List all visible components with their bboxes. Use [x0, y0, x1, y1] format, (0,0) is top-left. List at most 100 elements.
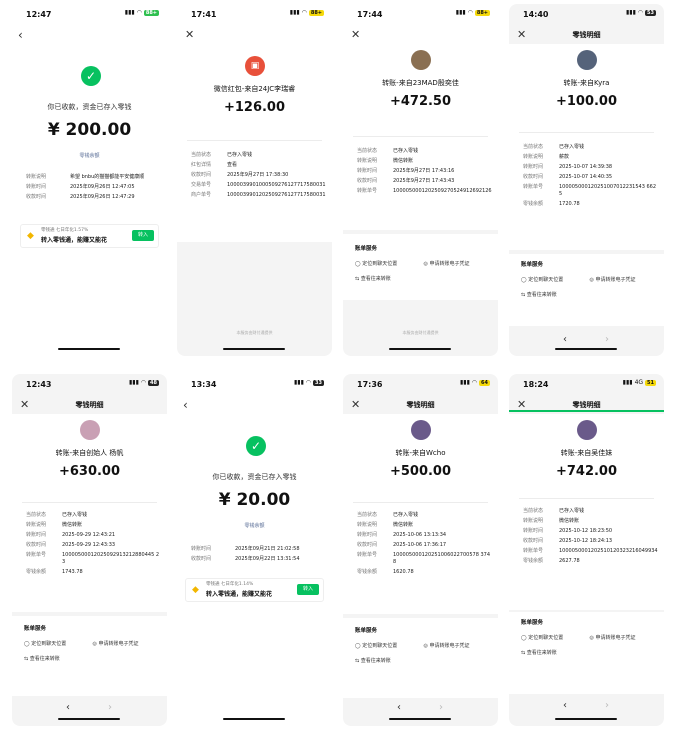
service-row: ◯ 定位到聊天位置 ◎ 申请转账电子凭证 [521, 276, 658, 283]
row-value: 微信转账 [393, 522, 414, 528]
row-value: 2025-10-07 14:40:35 [559, 174, 613, 180]
back-arrow-icon[interactable]: ‹ [397, 702, 401, 713]
detail-row: 转账说明 微信转账 [523, 518, 658, 525]
history-button[interactable]: ⇆ 查看往来转账 [521, 649, 658, 656]
avatar [577, 50, 597, 70]
balance-link[interactable]: 零钱余额 [177, 522, 332, 529]
voucher-button[interactable]: ◎ 申请转账电子凭证 [93, 640, 162, 647]
status-bar: 12:43 ▮▮▮ ◠ 48 [12, 374, 167, 394]
service-label: 申请转账电子凭证 [595, 277, 636, 283]
amount: ¥ 20.00 [218, 490, 291, 510]
transfer-in-button[interactable]: 转入 [132, 230, 154, 241]
detail-row: 零钱余额 1720.78 [523, 201, 658, 208]
service-label: 查看往来转账 [360, 658, 391, 664]
receipt-screen: 13:34 ▮▮▮ ◠ 33 ‹ ✓ 你已收款，资金已存入零钱 ¥ 20.00 零… [177, 374, 332, 726]
battery-icon: 64 [479, 379, 490, 386]
row-label: 当前状态 [26, 512, 47, 518]
service-row: ⇆ 查看往来转账 [24, 655, 161, 662]
close-icon[interactable]: ✕ [351, 28, 360, 41]
row-label: 转账时间 [26, 184, 47, 190]
detail-row: 收款时间 2025-10-07 14:40:35 [523, 174, 658, 181]
screen-5: 12:43 ▮▮▮ ◠ 48 ✕ 零钱明细 转账-来自创始人 杨帆 +630.00… [8, 370, 170, 730]
locate-chat-button[interactable]: ◯ 定位到聊天位置 [355, 642, 424, 649]
detail-row[interactable]: 红包详情 查看 [191, 162, 326, 169]
status-icons: ▮▮▮ 4G 51 [622, 379, 656, 386]
diamond-icon: ◆ [192, 585, 199, 595]
service-label: 定位到聊天位置 [528, 277, 564, 283]
service-row: ◯ 定位到聊天位置 ◎ 申请转账电子凭证 [355, 260, 492, 267]
row-label: 转账说明 [523, 154, 544, 160]
service-row: ◯ 定位到聊天位置 ◎ 申请转账电子凭证 [355, 642, 492, 649]
battery-icon: 48 [148, 379, 159, 386]
screen-7: 17:36 ▮▮▮ ◠ 64 ✕ 零钱明细 转账-来自Wcho +500.00 当… [339, 370, 501, 730]
transfer-in-button[interactable]: 转入 [297, 584, 319, 595]
row-value: 2025-09-29 12:43:21 [62, 532, 116, 538]
history-button[interactable]: ⇆ 查看往来转账 [24, 655, 161, 662]
close-icon[interactable]: ✕ [185, 28, 194, 41]
home-indicator [223, 718, 285, 720]
amount: +126.00 [223, 100, 286, 115]
amount: ¥ 200.00 [47, 120, 132, 140]
battery-icon: 53 [645, 9, 656, 16]
home-indicator [389, 718, 451, 720]
status-icons: ▮▮▮ ◠ 33 [293, 379, 324, 386]
row-value[interactable]: 查看 [227, 162, 326, 169]
voucher-button[interactable]: ◎ 申请转账电子凭证 [590, 634, 659, 641]
back-arrow-icon[interactable]: ‹ [563, 700, 567, 711]
receipt-screen: 12:47 ▮▮▮ ◠ 88+ ‹ ✓ 你已收款，资金已存入零钱 ¥ 200.00… [12, 4, 167, 356]
service-row: ◯ 定位到聊天位置 ◎ 申请转账电子凭证 [521, 634, 658, 641]
detail-row: 转账单号 1000050001202510120323216049934 [523, 548, 658, 555]
forward-arrow-icon[interactable]: › [605, 700, 609, 711]
locate-chat-button[interactable]: ◯ 定位到聊天位置 [521, 634, 590, 641]
forward-arrow-icon[interactable]: › [605, 334, 609, 345]
row-label: 当前状态 [357, 148, 378, 154]
back-arrow-icon[interactable]: ‹ [563, 334, 567, 345]
row-value: 已存入零钱 [559, 508, 585, 514]
forward-arrow-icon[interactable]: › [108, 702, 112, 713]
detail-rows: 当前状态 已存入零钱 转账说明 薪款 转账时间 2025-10-07 14:39:38… [523, 144, 658, 211]
row-value: 2025年9月27日 17:38:30 [227, 172, 289, 178]
home-indicator [389, 348, 451, 350]
page-title: 零钱明细 [572, 401, 601, 409]
locate-chat-button[interactable]: ◯ 定位到聊天位置 [521, 276, 590, 283]
back-arrow-icon[interactable]: ‹ [66, 702, 70, 713]
home-indicator [555, 718, 617, 720]
avatar [80, 420, 100, 440]
success-check-icon: ✓ [81, 66, 101, 86]
back-icon[interactable]: ‹ [18, 28, 23, 42]
history-button[interactable]: ⇆ 查看往来转账 [521, 291, 658, 298]
row-label: 零钱余额 [523, 558, 544, 564]
red-packet-detail-screen: 17:41 ▮▮▮ ◠ 88+ ✕ ▣ 微信红包-来自24JC李瑞睿 +126.0… [177, 4, 332, 356]
received-message: 你已收款，资金已存入零钱 [212, 473, 297, 481]
sender-name: 转账-来自创始人 杨帆 [55, 449, 124, 457]
history-button[interactable]: ⇆ 查看往来转账 [355, 657, 492, 664]
row-value: 已存入零钱 [227, 152, 253, 158]
row-label: 转账单号 [26, 552, 47, 558]
service-label: 查看往来转账 [526, 292, 557, 298]
row-label: 转账时间 [26, 532, 47, 538]
detail-row: 转账单号 10000500012025092913212880445 23 [26, 552, 161, 566]
detail-row: 转账时间 2025-10-06 13:13:34 [357, 532, 492, 539]
page-title: 零钱明细 [406, 401, 435, 409]
forward-arrow-icon[interactable]: › [439, 702, 443, 713]
detail-row: 收款时间 2025年9月27日 17:43:43 [357, 178, 492, 185]
clock: 17:41 [191, 10, 217, 19]
home-indicator [223, 348, 285, 350]
battery-icon: 88+ [474, 9, 490, 16]
locate-chat-button[interactable]: ◯ 定位到聊天位置 [355, 260, 424, 267]
row-label: 收款时间 [357, 178, 378, 184]
detail-row: 收款时间 2025年9月27日 17:38:30 [191, 172, 326, 179]
status-bar: 18:24 ▮▮▮ 4G 51 [509, 374, 664, 394]
voucher-button[interactable]: ◎ 申请转账电子凭证 [590, 276, 659, 283]
back-icon[interactable]: ‹ [183, 398, 188, 412]
balance-link[interactable]: 零钱余额 [12, 152, 167, 159]
provider-note: 本服务由财付通提供 [402, 330, 439, 335]
voucher-button[interactable]: ◎ 申请转账电子凭证 [424, 642, 493, 649]
locate-chat-button[interactable]: ◯ 定位到聊天位置 [24, 640, 93, 647]
progress-line [509, 410, 664, 412]
detail-rows: 转账时间 2025年09月21日 21:02:58 收款时间 2025年09月22日… [191, 546, 326, 566]
service-row: ⇆ 查看往来转账 [355, 275, 492, 282]
row-value: 100005000120251006022700578 3748 [393, 552, 491, 565]
history-button[interactable]: ⇆ 查看往来转账 [355, 275, 492, 282]
voucher-button[interactable]: ◎ 申请转账电子凭证 [424, 260, 493, 267]
